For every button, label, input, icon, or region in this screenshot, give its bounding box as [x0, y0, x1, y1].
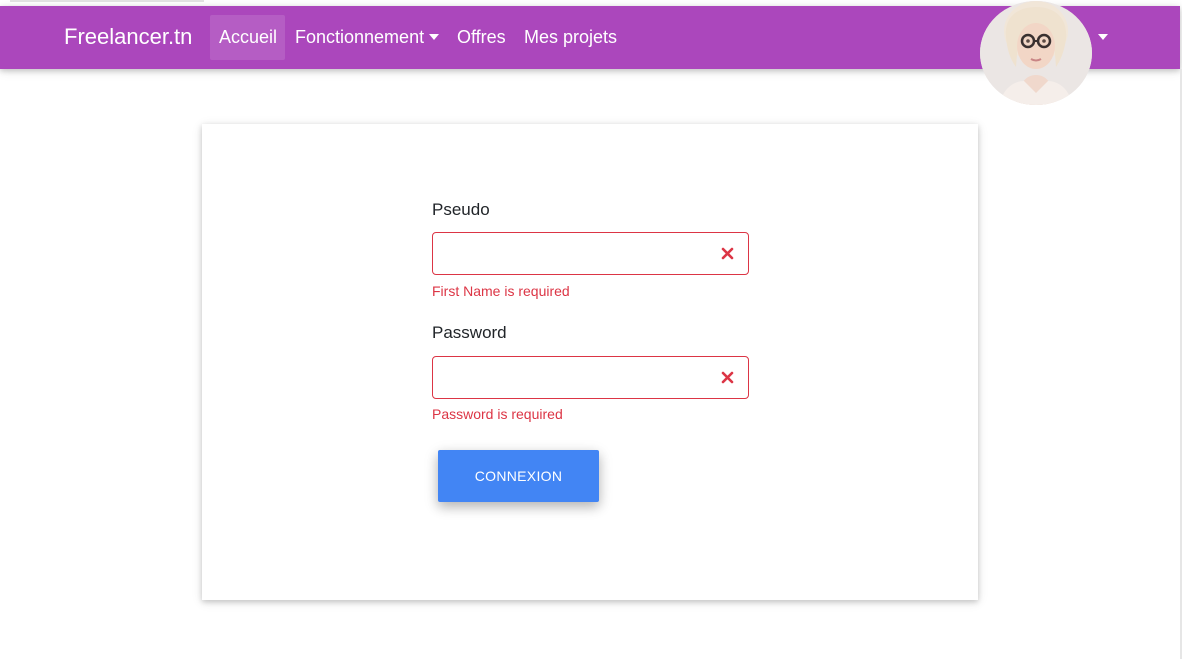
pseudo-label: Pseudo — [432, 200, 490, 219]
nav-link-mes-projets[interactable]: Mes projets — [515, 15, 626, 60]
x-mark-icon — [721, 371, 734, 384]
password-field[interactable] — [432, 356, 749, 399]
nav-link-offres[interactable]: Offres — [448, 15, 515, 60]
tab-indicator — [10, 0, 204, 2]
login-card: Pseudo First Name is required Password P… — [202, 124, 978, 600]
nav-link-accueil[interactable]: Accueil — [210, 15, 285, 60]
caret-down-icon — [429, 34, 440, 40]
nav-link-fonctionnement[interactable]: Fonctionnement — [286, 15, 448, 60]
connexion-button[interactable]: CONNEXION — [438, 450, 599, 502]
page: Freelancer.tn Accueil Fonctionnement Off… — [0, 0, 1182, 659]
user-avatar[interactable] — [980, 1, 1092, 105]
pseudo-error-message: First Name is required — [432, 283, 570, 299]
brand-link[interactable]: Freelancer.tn — [64, 23, 192, 51]
password-error-message: Password is required — [432, 406, 563, 422]
nav-link-fonctionnement-label: Fonctionnement — [295, 27, 425, 47]
user-avatar-photo — [980, 1, 1092, 105]
navbar: Freelancer.tn Accueil Fonctionnement Off… — [0, 1, 1180, 105]
caret-down-icon[interactable] — [1098, 34, 1108, 40]
password-input[interactable] — [443, 365, 717, 392]
x-mark-icon — [721, 247, 734, 260]
pseudo-input[interactable] — [443, 241, 717, 268]
password-label: Password — [432, 323, 507, 342]
pseudo-field[interactable] — [432, 232, 749, 275]
